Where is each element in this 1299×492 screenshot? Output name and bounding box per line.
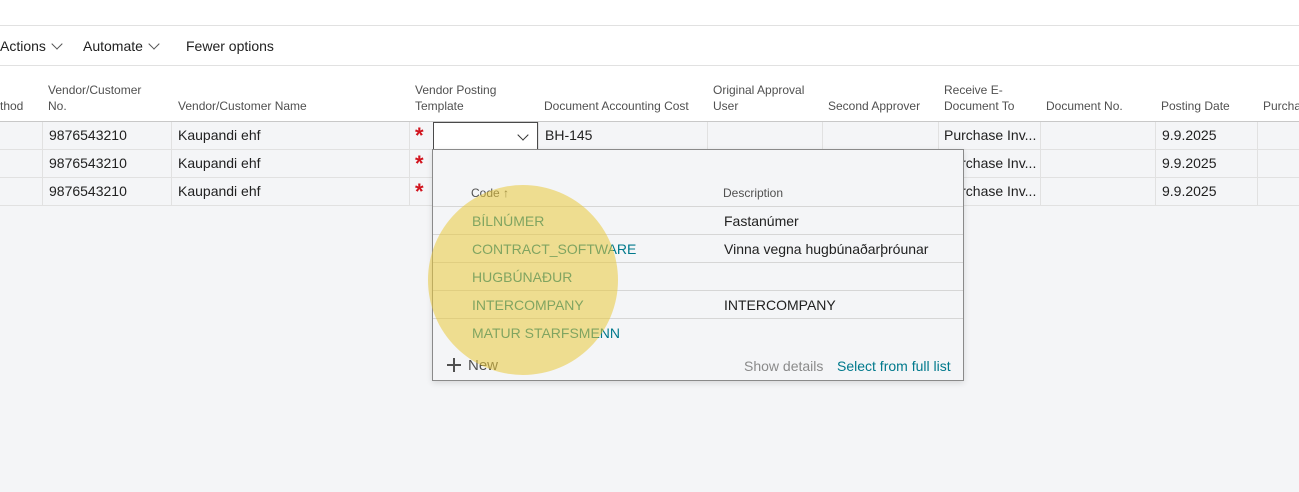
vendor-no-cell[interactable]: 9876543210 — [49, 122, 127, 150]
posting-date-cell[interactable]: 9.9.2025 — [1162, 178, 1217, 206]
grid-header: thod Vendor/Customer No. Vendor/Customer… — [0, 66, 1299, 122]
chevron-down-icon — [148, 38, 160, 50]
vendor-name-cell[interactable]: Kaupandi ehf — [178, 178, 261, 206]
new-label: New — [468, 357, 499, 374]
chevron-down-icon — [51, 38, 63, 50]
chevron-down-icon[interactable] — [517, 129, 529, 141]
item-description: INTERCOMPANY — [724, 297, 836, 313]
required-icon: * — [415, 123, 424, 148]
col-header-receive-edocument-to[interactable]: Receive E-Document To — [944, 82, 1034, 114]
required-icon: * — [415, 179, 424, 204]
new-button[interactable]: New — [433, 354, 513, 380]
actions-menu-label: Actions — [0, 38, 46, 54]
show-details-button[interactable]: Show details — [744, 358, 823, 374]
dropdown-footer: New Show details Select from full list — [433, 354, 963, 380]
list-item[interactable]: BÍLNÚMER Fastanúmer — [433, 207, 963, 235]
col-header-original-approval-user[interactable]: Original Approval User — [713, 82, 818, 114]
col-header-vendor-customer-no[interactable]: Vendor/Customer No. — [48, 82, 158, 114]
col-header-purchase[interactable]: Purcha — [1263, 98, 1299, 114]
vendor-name-cell[interactable]: Kaupandi ehf — [178, 122, 261, 150]
receive-edocument-cell[interactable]: Purchase Inv... — [944, 122, 1038, 150]
code-column-header[interactable]: Code ↑ — [471, 186, 509, 200]
accounting-cost-cell[interactable]: BH-145 — [545, 122, 592, 150]
posting-date-cell[interactable]: 9.9.2025 — [1162, 150, 1217, 178]
automate-menu-button[interactable]: Automate — [83, 38, 160, 54]
action-bar: Actions Automate Fewer options — [0, 26, 1299, 66]
col-header-second-approver[interactable]: Second Approver — [828, 98, 920, 114]
vendor-posting-template-dropdown: Code ↑ Description BÍLNÚMER Fastanúmer C… — [432, 149, 964, 381]
table-row[interactable]: 9876543210 Kaupandi ehf * BH-145 Purchas… — [0, 122, 1299, 150]
actions-menu-button[interactable]: Actions — [0, 38, 63, 54]
list-item[interactable]: CONTRACT_SOFTWARE Vinna vegna hugbúnaðar… — [433, 235, 963, 263]
item-code[interactable]: CONTRACT_SOFTWARE — [472, 235, 636, 263]
col-header-document-accounting-cost[interactable]: Document Accounting Cost — [544, 98, 689, 114]
required-icon: * — [415, 151, 424, 176]
item-code[interactable]: MATUR STARFSMENN — [472, 319, 620, 347]
item-description: Vinna vegna hugbúnaðarþróunar — [724, 241, 929, 257]
col-header-posting-date[interactable]: Posting Date — [1161, 98, 1230, 114]
plus-icon — [447, 358, 461, 372]
col-header-document-no[interactable]: Document No. — [1046, 98, 1123, 114]
list-item[interactable]: MATUR STARFSMENN — [433, 319, 963, 347]
item-description: Fastanúmer — [724, 213, 799, 229]
vendor-posting-template-select[interactable] — [433, 122, 538, 150]
dropdown-header: Code ↑ Description — [433, 180, 963, 207]
col-header-vendor-customer-name[interactable]: Vendor/Customer Name — [178, 98, 307, 114]
list-item[interactable]: INTERCOMPANY INTERCOMPANY — [433, 291, 963, 319]
item-code[interactable]: BÍLNÚMER — [472, 207, 544, 235]
description-column-header[interactable]: Description — [723, 186, 783, 200]
col-header-method[interactable]: thod — [0, 98, 23, 114]
item-code[interactable]: HUGBÚNAÐUR — [472, 263, 572, 291]
col-header-vendor-posting-template[interactable]: Vendor Posting Template — [415, 82, 515, 114]
top-band — [0, 0, 1299, 26]
automate-menu-label: Automate — [83, 38, 143, 54]
posting-date-cell[interactable]: 9.9.2025 — [1162, 122, 1217, 150]
item-code[interactable]: INTERCOMPANY — [472, 291, 584, 319]
vendor-no-cell[interactable]: 9876543210 — [49, 178, 127, 206]
select-from-full-list-link[interactable]: Select from full list — [837, 358, 951, 374]
vendor-no-cell[interactable]: 9876543210 — [49, 150, 127, 178]
fewer-options-button[interactable]: Fewer options — [186, 38, 274, 54]
vendor-name-cell[interactable]: Kaupandi ehf — [178, 150, 261, 178]
list-item[interactable]: HUGBÚNAÐUR — [433, 263, 963, 291]
